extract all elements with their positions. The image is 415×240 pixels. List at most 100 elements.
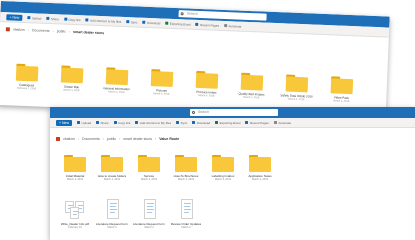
folder-tile[interactable]: Safety Data Imbob 2019 March 4, 2019 [280,74,313,101]
search-placeholder: Search [198,110,210,114]
sync-button[interactable]: Sync [126,19,138,24]
sync-icon [176,121,180,124]
share-icon [46,16,50,20]
folder-date: March 4, 2019 [63,88,80,93]
folder-icon [60,65,84,84]
excel-icon [165,21,169,25]
sync-button[interactable]: Sync [176,121,187,125]
document-thumbnail-icon [101,199,123,220]
folder-date: March 4, 2019 [153,92,170,96]
add-shortcut-button[interactable]: Add shortcut to My files [135,121,171,125]
copy-link-label: Copy link [118,120,131,125]
share-button[interactable]: Share [96,121,109,125]
breadcrumb-item[interactable]: Documents [82,137,100,141]
folder-date: March 4, 2019 [141,178,157,181]
file-date: March 4 [181,226,191,229]
folder-date: March 4, 2019 [215,178,231,181]
folder-icon [240,72,264,91]
folder-date: March 4, 2019 [178,178,194,181]
document-thumbnail-icon [175,199,197,220]
upload-button[interactable]: Upload [27,15,42,21]
breadcrumb-separator: › [77,137,80,141]
automate-icon [273,121,277,124]
folder-tile[interactable]: Catalogues February 7, 2019 [10,63,43,90]
breadcrumb-separator: › [119,137,121,141]
automate-label: Automate [278,120,292,125]
file-tile[interactable]: Literature Request Form March 4 [96,199,128,229]
recent-pages-label: Recent Pages [200,22,220,28]
link-icon [63,17,67,21]
folder-icon [285,74,309,93]
folder-date: March 4, 2019 [252,178,268,181]
file-tile[interactable]: Review Order Updates March 4 [170,199,202,229]
automate-button[interactable]: Automate [223,23,242,29]
site-icon [56,137,60,141]
folder-tile[interactable]: How-To Brochures March 4, 2019 [170,155,202,181]
breadcrumb-item[interactable]: smart dealer stuns [123,137,152,141]
download-icon [142,20,146,24]
breadcrumb-item[interactable]: Documents [32,28,50,33]
folder-date: February 7, 2019 [16,86,37,91]
recent-pages-button[interactable]: Recent Pages [195,22,220,28]
search-icon [192,110,195,114]
new-button[interactable]: + New [56,119,73,126]
folder-icon [212,155,234,172]
upload-label: Upload [31,15,42,21]
copy-link-label: Copy link [68,17,81,22]
folder-tile[interactable]: How to create folders March 4, 2019 [96,155,128,181]
shortcut-icon [85,18,89,22]
folder-date: March 4, 2019 [198,93,215,98]
breadcrumb-current: smart dealer stuns [72,29,105,36]
folder-tile[interactable]: Application Notes March 4, 2019 [244,155,276,181]
folder-tile[interactable]: Initial Material March 4, 2019 [59,155,91,181]
add-shortcut-button[interactable]: Add shortcut to My files [85,18,121,23]
breadcrumb-item[interactable]: public [57,29,66,33]
explorer-window-front: Search + New Upload Share Copy link Add … [50,107,415,240]
folder-tile[interactable]: Video Pack March 4, 2019 [325,76,358,103]
export-excel-button[interactable]: Exporting Excel [215,121,240,125]
copy-link-button[interactable]: Copy link [63,17,81,22]
breadcrumb-site[interactable]: vbalizm [13,28,25,32]
folder-tile[interactable]: General Information March 4, 2019 [100,67,133,94]
download-button[interactable]: Download [142,20,160,25]
site-icon [5,27,10,32]
folder-tile[interactable]: Labelling Imabox March 4, 2019 [207,155,239,181]
sync-label: Sync [180,120,188,125]
folder-tile[interactable]: Produce Imbox March 4, 2019 [190,70,223,98]
download-button[interactable]: Download [192,121,210,125]
folder-icon [175,155,197,172]
share-label: Share [100,120,109,125]
sync-label: Sync [130,19,138,24]
folder-tile[interactable]: Quality Bad Imabox March 4, 2019 [235,72,268,100]
folder-icon [138,155,160,172]
folder-icon [15,63,39,82]
breadcrumb-item[interactable]: public [107,137,116,141]
share-button[interactable]: Share [46,16,59,21]
sync-icon [126,20,130,24]
title-bar: Search [50,107,415,118]
automate-button[interactable]: Automate [273,120,292,125]
folder-tile[interactable]: Dealer Bak March 4, 2019 [55,65,88,92]
recent-pages-button[interactable]: Recent Pages [245,121,269,125]
copy-link-button[interactable]: Copy link [113,120,131,125]
new-button[interactable]: + New [6,13,23,21]
file-date: March 4 [144,226,154,229]
breadcrumb-site[interactable]: vbalizm [63,137,75,141]
excel-icon [215,121,219,124]
folder-icon [105,67,129,86]
file-tile[interactable]: Write_Dealer Info.pdf February 19 [59,199,91,229]
search-box[interactable]: Search [190,109,278,116]
folder-tile[interactable]: Service March 4, 2019 [133,155,165,181]
automate-label: Automate [228,23,242,29]
share-icon [96,121,100,124]
folder-tile[interactable]: Pictures March 4, 2019 [145,69,178,96]
upload-button[interactable]: Upload [77,121,91,125]
share-label: Share [50,16,59,21]
folder-date: March 4, 2019 [67,178,83,181]
export-excel-button[interactable]: Exporting Excel [165,21,191,26]
folder-icon [330,76,354,95]
folder-icon [150,69,174,87]
file-date: March 4 [107,226,117,229]
file-tile[interactable]: Literature Request Form March 4 [133,199,165,229]
command-bar: + New Upload Share Copy link Add shortcu… [50,118,415,128]
